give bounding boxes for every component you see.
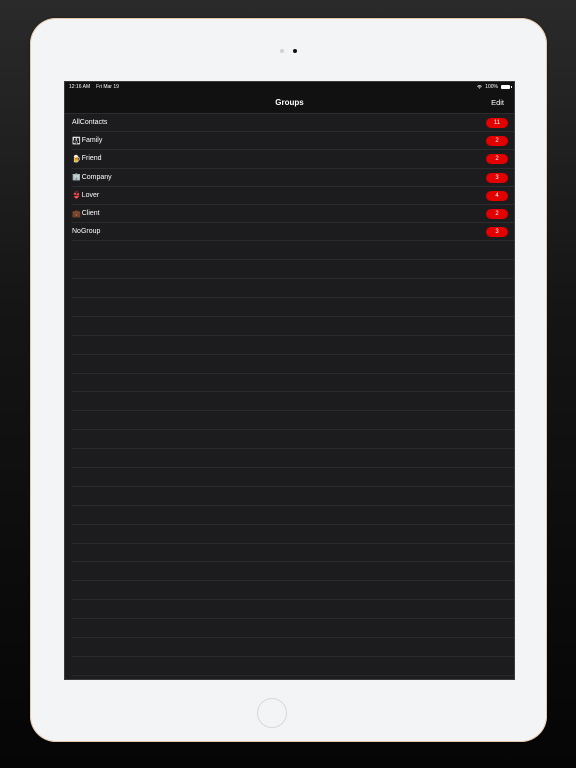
empty-row [72,638,514,657]
battery-percent: 100% [485,84,498,90]
group-label: Family [81,137,103,145]
empty-row [72,355,514,374]
group-row-lover[interactable]: 👙 Lover 4 [72,187,514,205]
empty-row [72,619,514,639]
count-badge: 11 [486,118,508,128]
wifi-icon [477,85,483,89]
empty-row [72,430,514,450]
group-label: Lover [81,191,100,199]
empty-row [72,544,514,563]
family-icon: 👨‍👩‍👧 [72,136,81,145]
groups-list: AllContacts 11 👨‍👩‍👧 Family 2 🍺 Friend 2… [65,114,514,676]
page-title: Groups [275,98,304,107]
bikini-icon: 👙 [72,191,81,200]
empty-row [72,298,514,317]
empty-row [72,336,514,355]
page-dot[interactable] [280,49,284,53]
empty-row [72,468,514,487]
group-row-family[interactable]: 👨‍👩‍👧 Family 2 [72,132,514,151]
group-label: AllContacts [72,119,108,127]
count-badge: 3 [486,172,508,183]
empty-row [72,657,514,676]
group-row-friend[interactable]: 🍺 Friend 2 [72,150,514,169]
count-badge: 4 [486,190,508,201]
group-label: Friend [81,155,102,163]
page-dot-active[interactable] [293,49,297,53]
count-badge: 3 [486,227,508,238]
empty-row [72,260,514,280]
edit-button[interactable]: Edit [491,98,504,107]
app-screen: 12:16 AM Fri Mar 19 100% Groups Edit All… [64,81,515,680]
briefcase-icon: 💼 [72,209,81,218]
battery-icon [501,85,512,89]
empty-row [72,392,514,412]
count-badge: 2 [486,136,508,147]
office-building-icon: 🏢 [72,173,81,182]
status-time: 12:16 AM [69,84,91,90]
empty-row [72,581,514,601]
group-label: Company [81,173,112,181]
navigation-bar: Groups Edit [65,92,514,114]
group-row-allcontacts[interactable]: AllContacts 11 [72,114,514,133]
empty-row [72,279,514,298]
empty-row [72,449,514,468]
count-badge: 2 [486,154,508,165]
group-label: Client [81,210,100,218]
group-row-company[interactable]: 🏢 Company 3 [72,169,514,187]
empty-row [72,506,514,525]
empty-row [72,374,514,393]
count-badge: 2 [486,208,508,219]
empty-row [72,600,514,620]
status-date: Fri Mar 19 [96,84,119,90]
home-button[interactable] [257,698,287,728]
empty-row [72,487,514,506]
group-row-nogroup[interactable]: NoGroup 3 [72,223,514,242]
page-indicator [30,49,547,55]
empty-row [72,241,514,261]
status-bar: 12:16 AM Fri Mar 19 100% [65,82,514,92]
beer-icon: 🍺 [72,154,81,163]
empty-row [72,317,514,336]
group-label: NoGroup [72,228,101,236]
empty-row [72,411,514,431]
empty-row [72,525,514,544]
ipad-frame: 12:16 AM Fri Mar 19 100% Groups Edit All… [30,18,547,742]
status-right: 100% [477,82,512,92]
group-row-client[interactable]: 💼 Client 2 [72,205,514,224]
empty-row [72,562,514,582]
